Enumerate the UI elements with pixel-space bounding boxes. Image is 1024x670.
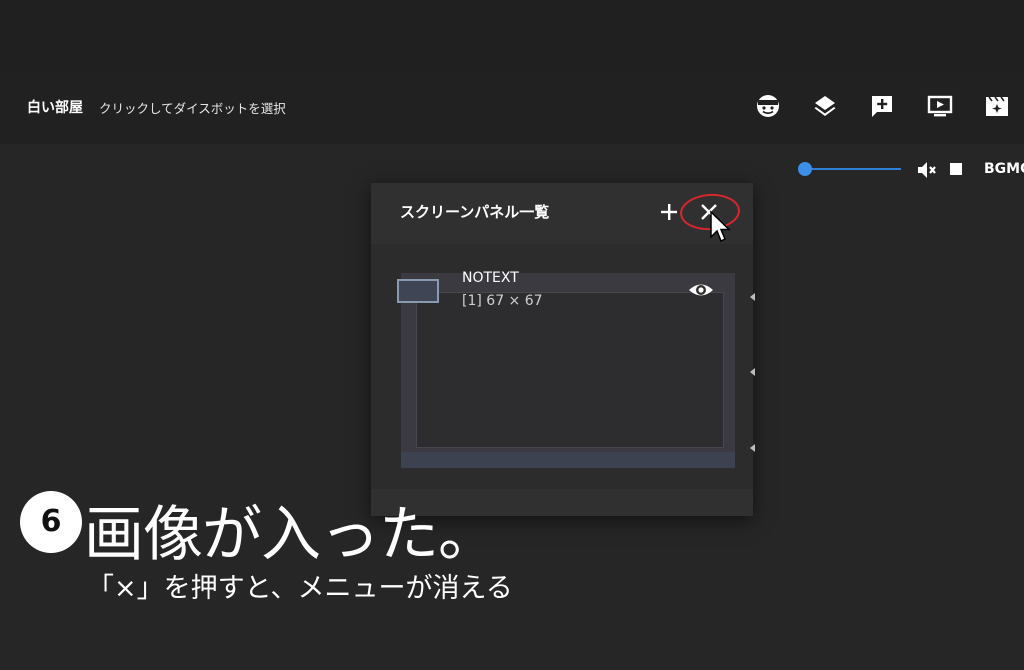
side-marker: [750, 444, 755, 452]
item-size: [1] 67 × 67: [462, 293, 543, 309]
caption-sub: 「×」を押すと、メニューが消える: [87, 573, 513, 604]
dicebot-hint[interactable]: クリックしてダイスボットを選択: [99, 98, 286, 117]
step-number-badge: 6: [20, 491, 82, 553]
scene-icon[interactable]: [983, 92, 1011, 120]
eye-icon[interactable]: [687, 278, 715, 302]
volume-slider-thumb[interactable]: [798, 162, 812, 176]
room-name[interactable]: 白い部屋: [27, 97, 83, 117]
item-name: NOTEXT: [462, 270, 519, 286]
mouse-cursor-icon: [709, 210, 731, 244]
face-icon[interactable]: [754, 92, 782, 120]
caption-main: 画像が入った。: [84, 500, 498, 570]
side-marker: [750, 293, 755, 301]
volume-slider-track[interactable]: [805, 168, 901, 170]
bgm-label: BGMC: [984, 161, 1024, 177]
add-panel-button[interactable]: [656, 199, 682, 225]
side-marker: [750, 368, 755, 376]
top-strip: [0, 0, 1024, 72]
mute-icon[interactable]: [914, 158, 938, 182]
panel-title: スクリーンパネル一覧: [400, 203, 550, 221]
panel-thumbnail: [397, 279, 439, 303]
layers-icon[interactable]: [811, 92, 839, 120]
stop-icon[interactable]: [950, 163, 962, 175]
preview-bottom-bar: [401, 452, 735, 468]
screen-icon[interactable]: [926, 92, 954, 120]
add-comment-icon[interactable]: [868, 92, 896, 120]
